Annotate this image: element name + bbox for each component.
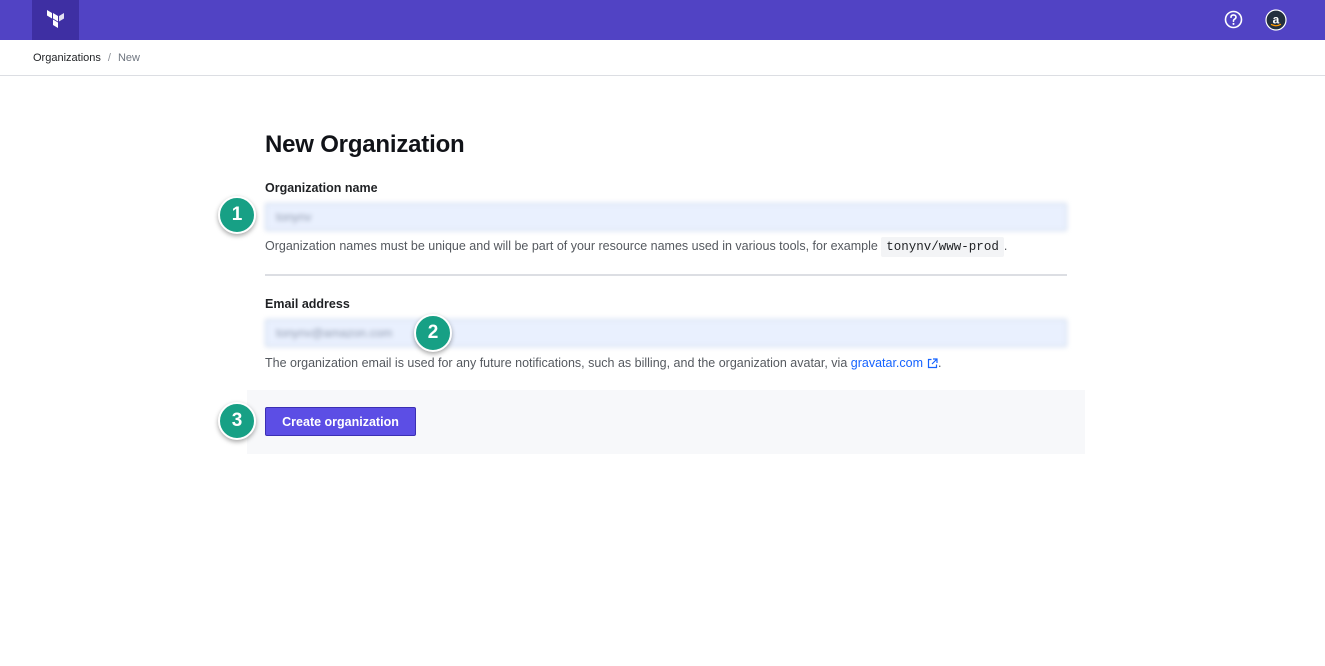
external-link-icon [927,358,938,372]
email-address-input[interactable] [265,319,1067,347]
create-organization-button[interactable]: Create organization [265,407,416,436]
amazon-account-icon[interactable]: a [1265,9,1287,31]
help-circle-icon[interactable] [1224,10,1243,29]
organization-name-help: Organization names must be unique and wi… [265,237,1008,257]
terraform-logo-icon[interactable] [32,0,79,40]
step-marker-1: 1 [218,196,256,234]
organization-name-help-text: Organization names must be unique and wi… [265,239,882,253]
step-marker-2: 2 [414,314,452,352]
section-divider [265,274,1067,276]
breadcrumb: Organizations / New [0,40,1325,76]
organization-name-label: Organization name [265,181,378,195]
organization-name-help-suffix: . [1003,239,1008,253]
email-address-help: The organization email is used for any f… [265,356,942,372]
account-glyph: a [1273,13,1280,27]
page-title: New Organization [265,131,465,158]
organization-name-input[interactable] [265,203,1067,231]
step-marker-3: 3 [218,402,256,440]
breadcrumb-current: New [117,51,140,64]
top-navigation-bar: a [0,0,1325,40]
breadcrumb-organizations-link[interactable]: Organizations [33,52,101,64]
example-resource-name-code: tonynv/www-prod [881,237,1004,257]
gravatar-link[interactable]: gravatar.com [851,356,923,370]
email-address-label: Email address [265,297,350,311]
email-address-help-text: The organization email is used for any f… [265,356,851,370]
breadcrumb-separator: / [107,51,111,64]
email-address-help-suffix: . [938,356,942,370]
